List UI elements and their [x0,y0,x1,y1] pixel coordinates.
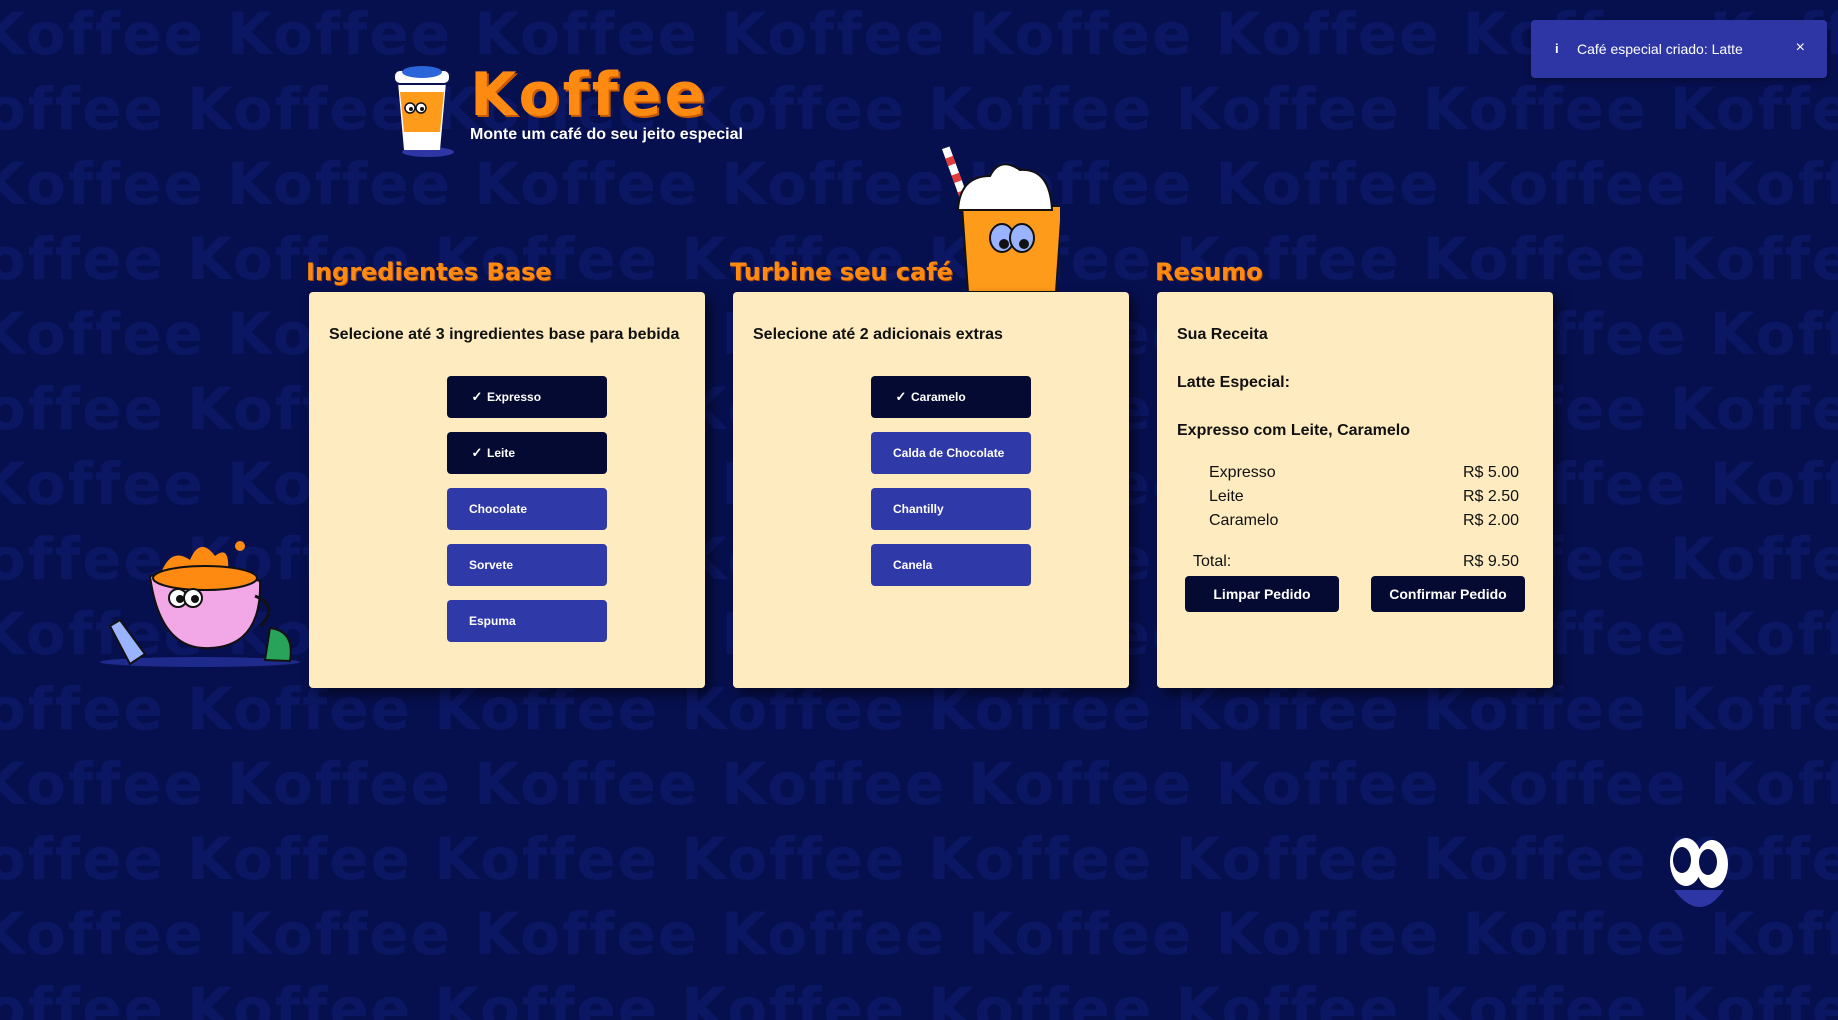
watermark-row: Koffee Koffee Koffee Koffee Koffee Koffe… [0,150,1838,218]
watermark-row: Koffee Koffee Koffee Koffee Koffee Koffe… [0,75,1838,143]
list-item: Expresso R$ 5.00 [1209,464,1519,488]
extras-card: Selecione até 2 adicionais extras ✓ Cara… [733,292,1129,688]
option-expresso[interactable]: ✓ Expresso [447,376,607,418]
section-title-base: Ingredientes Base [306,258,552,286]
base-ingredients-card: Selecione até 3 ingredientes base para b… [309,292,705,688]
drink-description: Expresso com Leite, Caramelo [1177,422,1410,439]
base-options: ✓ Expresso ✓ Leite Chocolate Sorvete Esp… [447,376,607,656]
section-title-summary: Resumo [1155,258,1263,286]
option-label: Espuma [469,614,516,628]
option-chantilly[interactable]: Chantilly [871,488,1031,530]
watermark-row: Koffee Koffee Koffee Koffee Koffee Koffe… [0,900,1838,968]
coffee-cup-mascot-icon [393,66,454,157]
running-coffee-cup-mascot-icon [100,541,300,667]
item-name: Caramelo [1209,512,1279,529]
drink-name: Latte Especial: [1177,374,1290,391]
close-icon[interactable]: × [1796,39,1805,57]
extras-instruction: Selecione até 2 adicionais extras [753,326,1003,343]
option-label: Chantilly [893,502,944,516]
option-label: Caramelo [911,390,966,404]
toast-notification: i Café especial criado: Latte × [1531,20,1827,78]
info-icon: i [1555,41,1559,56]
option-calda-de-chocolate[interactable]: Calda de Chocolate [871,432,1031,474]
iced-coffee-mascot-icon [941,146,1060,292]
price-list: Expresso R$ 5.00 Leite R$ 2.50 Caramelo … [1209,464,1519,536]
watermark-row: Koffee Koffee Koffee Koffee Koffee Koffe… [0,975,1838,1020]
option-label: Calda de Chocolate [893,446,1005,460]
brand-title: Koffee [470,60,709,130]
summary-card: Sua Receita Latte Especial: Expresso com… [1157,292,1553,688]
item-price: R$ 5.00 [1462,464,1519,481]
item-price: R$ 2.00 [1462,512,1519,529]
check-icon: ✓ [471,445,483,460]
total-value: R$ 9.50 [1462,553,1519,570]
option-caramelo[interactable]: ✓ Caramelo [871,376,1031,418]
brand-subtitle: Monte um café do seu jeito especial [470,126,743,143]
watermark-row: Koffee Koffee Koffee Koffee Koffee Koffe… [0,750,1838,818]
extras-options: ✓ Caramelo Calda de Chocolate Chantilly … [871,376,1031,600]
base-instruction: Selecione até 3 ingredientes base para b… [329,326,680,343]
list-item: Caramelo R$ 2.00 [1209,512,1519,536]
clear-order-button[interactable]: Limpar Pedido [1185,576,1339,612]
total-row: Total: R$ 9.50 [1193,553,1519,571]
option-canela[interactable]: Canela [871,544,1031,586]
section-title-extras: Turbine seu café [730,258,953,286]
option-label: Expresso [487,390,542,404]
option-chocolate[interactable]: Chocolate [447,488,607,530]
item-name: Leite [1209,488,1244,505]
check-icon: ✓ [895,389,907,404]
check-icon: ✓ [471,389,483,404]
peeking-eyes-icon [1670,838,1728,907]
list-item: Leite R$ 2.50 [1209,488,1519,512]
item-price: R$ 2.50 [1462,488,1519,505]
header: Koffee Monte um café do seu jeito especi… [390,60,810,160]
toast-message: Café especial criado: Latte [1577,41,1743,57]
option-label: Canela [893,558,933,572]
option-label: Leite [487,446,516,460]
option-label: Sorvete [469,558,514,572]
watermark-row: Koffee Koffee Koffee Koffee Koffee Koffe… [0,825,1838,893]
option-label: Chocolate [469,502,528,516]
total-label: Total: [1193,553,1232,570]
option-leite[interactable]: ✓ Leite [447,432,607,474]
confirm-order-button[interactable]: Confirmar Pedido [1371,576,1525,612]
option-sorvete[interactable]: Sorvete [447,544,607,586]
option-espuma[interactable]: Espuma [447,600,607,642]
item-name: Expresso [1209,464,1276,481]
recipe-label: Sua Receita [1177,326,1268,343]
